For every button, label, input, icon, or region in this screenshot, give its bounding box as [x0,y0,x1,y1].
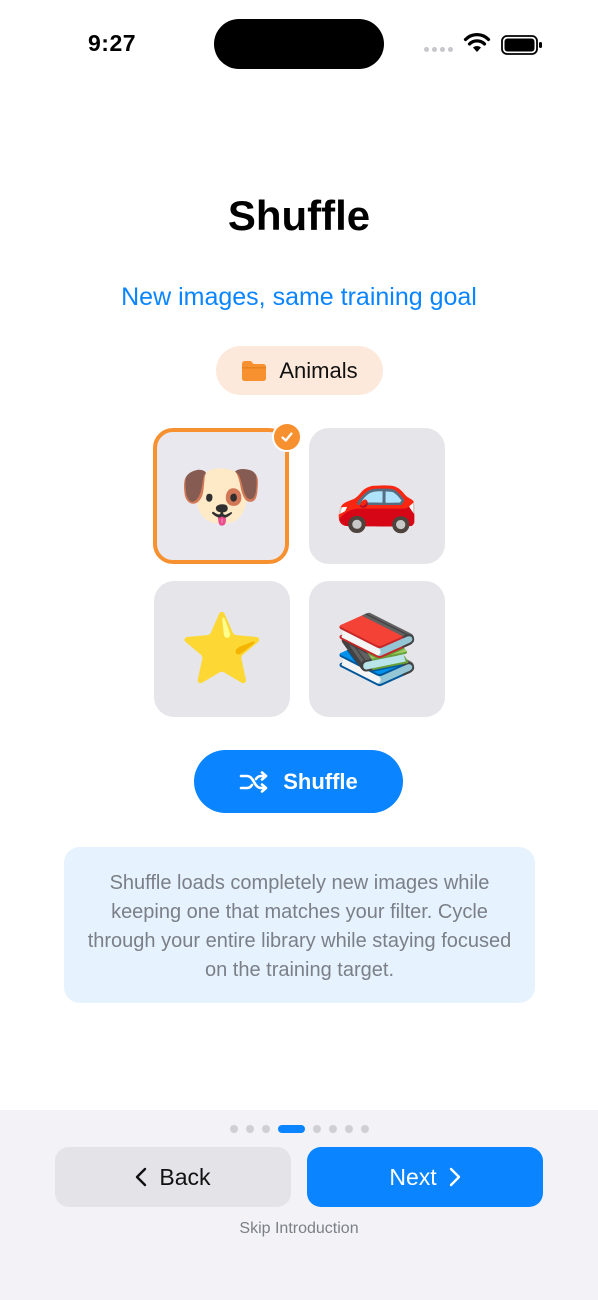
info-description: Shuffle loads completely new images whil… [64,847,535,1003]
wifi-icon [463,33,491,52]
image-tile-books[interactable]: 📚 [309,581,445,717]
dog-emoji: 🐶 [178,458,264,534]
status-bar: 9:27 [0,0,598,90]
battery-icon [501,35,542,55]
next-button-label: Next [389,1163,437,1190]
page-dot [344,1125,353,1133]
category-label: Animals [279,357,358,383]
page-indicator [0,1124,598,1134]
page-dot [360,1125,369,1133]
folder-icon [242,360,267,381]
next-button[interactable]: Next [307,1147,543,1207]
page-dot [245,1125,254,1133]
page-title: Shuffle [227,192,371,239]
page-dot [261,1125,270,1133]
dynamic-island [214,19,384,69]
page-dot [328,1125,337,1133]
selected-checkmark-icon [272,422,302,452]
chevron-right-icon [449,1167,460,1187]
back-button[interactable]: Back [55,1147,291,1207]
page-dot [229,1125,238,1133]
page-dot [312,1125,321,1133]
cellular-signal-icon [424,47,454,53]
page-dot-active [277,1125,305,1133]
page-subtitle: New images, same training goal [121,283,477,311]
status-time: 9:27 [88,30,137,56]
skip-introduction-link[interactable]: Skip Introduction [0,1220,598,1238]
chevron-left-icon [136,1167,147,1187]
shuffle-button-label: Shuffle [283,768,358,794]
image-tile-star[interactable]: ⭐ [154,581,290,717]
image-tile-dog[interactable]: 🐶 [153,428,289,564]
car-emoji: 🚗 [334,458,420,534]
star-emoji: ⭐ [179,611,265,687]
shuffle-button[interactable]: Shuffle [194,750,403,813]
books-emoji: 📚 [334,611,420,687]
back-button-label: Back [159,1163,211,1190]
shuffle-icon [239,770,268,793]
category-filter-pill[interactable]: Animals [216,346,383,395]
image-tile-car[interactable]: 🚗 [309,428,445,564]
